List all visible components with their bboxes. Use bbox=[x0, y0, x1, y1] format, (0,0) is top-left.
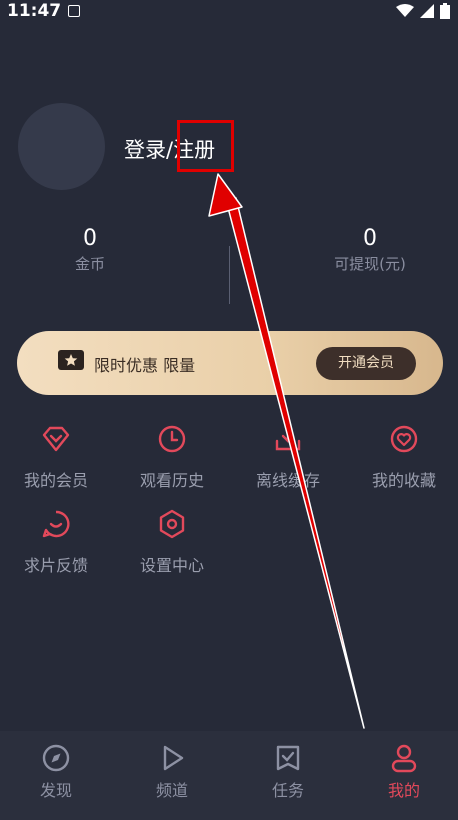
tab-label: 我的 bbox=[387, 781, 420, 800]
signal-icon bbox=[420, 4, 434, 18]
menu-item-label: 我的收藏 bbox=[371, 471, 436, 490]
status-time: 11:47 bbox=[7, 1, 62, 21]
menu-item-label: 设置中心 bbox=[139, 556, 204, 575]
open-vip-button[interactable]: 开通会员 bbox=[316, 347, 416, 380]
withdrawable-label: 可提现(元) bbox=[334, 255, 406, 273]
clock-icon bbox=[156, 423, 188, 455]
user-icon bbox=[389, 743, 419, 773]
play-icon bbox=[157, 743, 187, 773]
settings-icon bbox=[156, 508, 188, 540]
menu-item-label: 观看历史 bbox=[139, 471, 204, 490]
avatar[interactable] bbox=[18, 103, 105, 190]
tab-tasks[interactable]: 任务 bbox=[243, 743, 333, 801]
vip-banner[interactable]: 限时优惠 限量 开通会员 bbox=[17, 331, 443, 395]
task-icon bbox=[273, 743, 303, 773]
heart-icon bbox=[388, 423, 420, 455]
tab-label: 任务 bbox=[271, 781, 304, 800]
withdrawable-stat[interactable]: 0 可提现(元) bbox=[310, 226, 430, 274]
coins-label: 金币 bbox=[74, 255, 105, 273]
menu-item-membership[interactable]: 我的会员 bbox=[1, 423, 111, 491]
notification-icon bbox=[68, 5, 80, 17]
menu-item-settings[interactable]: 设置中心 bbox=[117, 508, 227, 576]
menu-item-offline-cache[interactable]: 离线缓存 bbox=[233, 423, 343, 491]
stats-divider bbox=[229, 246, 230, 304]
menu-item-label: 我的会员 bbox=[23, 471, 88, 490]
download-icon bbox=[272, 423, 304, 455]
status-bar: 11:47 bbox=[0, 0, 458, 24]
coins-stat[interactable]: 0 金币 bbox=[50, 226, 130, 274]
menu-item-label: 离线缓存 bbox=[255, 471, 320, 490]
compass-icon bbox=[41, 743, 71, 773]
tab-discover[interactable]: 发现 bbox=[11, 743, 101, 801]
battery-icon bbox=[440, 3, 450, 19]
bottom-tab-bar: 发现 频道 任务 我的 bbox=[0, 731, 458, 820]
tab-label: 频道 bbox=[155, 781, 188, 800]
coins-value: 0 bbox=[83, 226, 97, 251]
tab-label: 发现 bbox=[39, 781, 72, 800]
menu-item-history[interactable]: 观看历史 bbox=[117, 423, 227, 491]
tab-me[interactable]: 我的 bbox=[359, 743, 449, 801]
wifi-icon bbox=[396, 4, 414, 17]
vip-promo-text: 限时优惠 限量 bbox=[94, 356, 196, 375]
withdrawable-value: 0 bbox=[363, 226, 377, 251]
vip-ticket-icon bbox=[58, 350, 84, 370]
tab-channel[interactable]: 频道 bbox=[127, 743, 217, 801]
feedback-icon bbox=[40, 508, 72, 540]
menu-item-feedback[interactable]: 求片反馈 bbox=[1, 508, 111, 576]
annotation-highlight-box bbox=[177, 120, 234, 172]
diamond-icon bbox=[40, 423, 72, 455]
menu-item-label: 求片反馈 bbox=[23, 556, 88, 575]
menu-item-favorites[interactable]: 我的收藏 bbox=[349, 423, 458, 491]
